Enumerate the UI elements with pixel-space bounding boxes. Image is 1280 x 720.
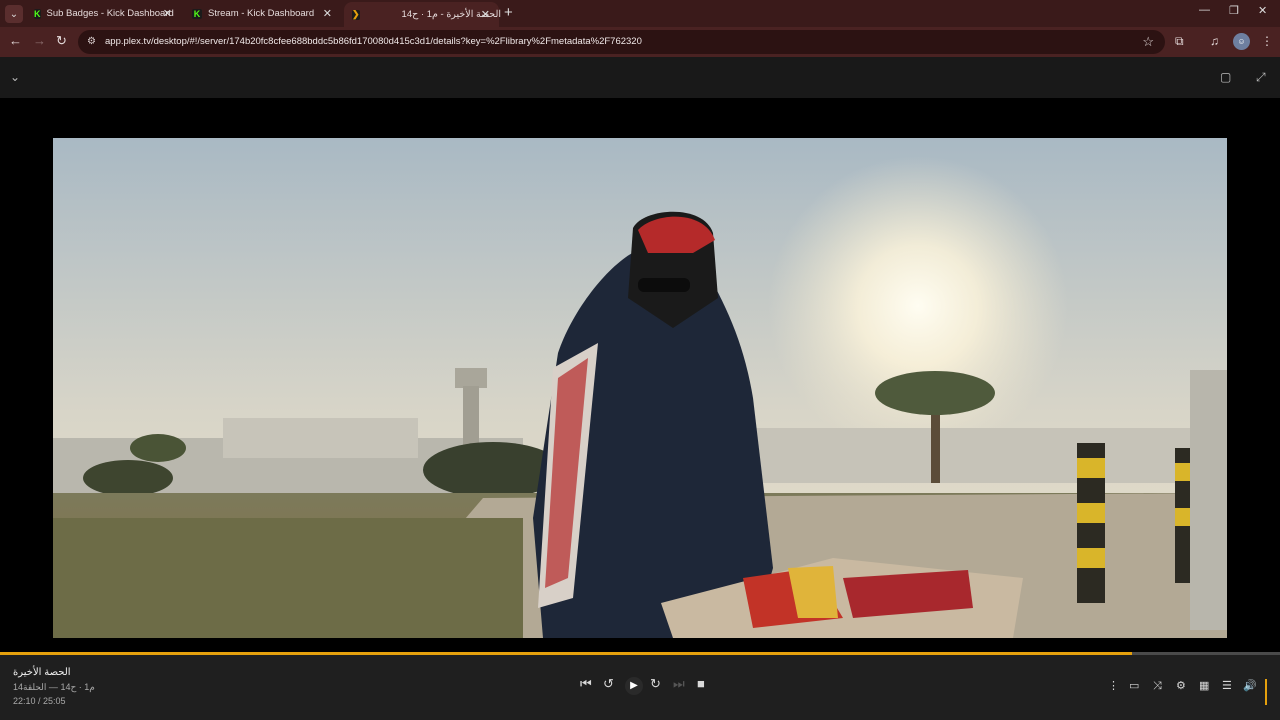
tab-plex-episode[interactable]: ❯ الحصة الأخيرة - م1 · ح14 ✕ [344, 2, 501, 27]
settings-sliders-icon[interactable]: ⚙ [1176, 680, 1186, 692]
next-track-icon[interactable]: ⏭ [673, 677, 685, 691]
volume-icon[interactable]: 🔊 [1243, 680, 1257, 692]
close-tab-icon[interactable]: ✕ [323, 7, 332, 20]
extensions-puzzle-icon[interactable]: ⧉ [1175, 34, 1184, 49]
skip-forward-icon[interactable]: ↻ [650, 677, 661, 691]
volume-slider[interactable] [1265, 679, 1267, 705]
video-area[interactable] [0, 98, 1280, 652]
restore-button[interactable]: ❐ [1229, 4, 1239, 17]
tab-stream[interactable]: K Stream - Kick Dashboard ✕ [184, 2, 341, 25]
cast-icon[interactable]: ▭ [1129, 680, 1139, 692]
grid-icon[interactable]: ▦ [1199, 680, 1209, 692]
reload-icon[interactable]: ↻ [56, 34, 67, 48]
tab-label: Stream - Kick Dashboard [208, 8, 315, 19]
profile-avatar[interactable]: ☺ [1233, 33, 1250, 50]
tab-sub-badges[interactable]: K Sub Badges - Kick Dashboard ✕ [26, 2, 181, 25]
stop-icon[interactable]: ■ [697, 677, 705, 691]
play-icon: ▶ [630, 680, 638, 691]
playlist-icon[interactable]: ☰ [1222, 680, 1232, 692]
previous-track-icon[interactable]: ⏮ [580, 677, 592, 691]
close-window-button[interactable]: ✕ [1258, 4, 1267, 17]
playback-time: 22:10 / 25:05 [13, 696, 66, 706]
plex-favicon-icon: ❯ [352, 9, 360, 20]
chevron-down-icon: ⌄ [9, 8, 19, 20]
play-button[interactable]: ▶ [625, 677, 643, 695]
picture-in-picture-icon[interactable]: ▢ [1220, 70, 1231, 84]
replay-back-icon[interactable]: ↺ [603, 677, 614, 691]
new-tab-button[interactable]: + [504, 5, 513, 21]
url-text[interactable]: app.plex.tv/desktop/#!/server/174b20fc8c… [105, 36, 642, 47]
back-arrow-icon[interactable]: ← [9, 34, 22, 48]
close-tab-icon[interactable]: ✕ [481, 8, 490, 21]
episode-subtitle[interactable]: م1 · ح14 — الحلقة14 [13, 682, 95, 693]
browser-toolbar: ← → ↻ ⚙ app.plex.tv/desktop/#!/server/17… [0, 27, 1280, 57]
video-scene-image [53, 138, 1227, 638]
tab-search-button[interactable]: ⌄ [5, 5, 23, 23]
media-control-icon[interactable]: ♫ [1210, 34, 1219, 48]
address-bar[interactable]: ⚙ app.plex.tv/desktop/#!/server/174b20fc… [78, 30, 1165, 54]
episode-show-title[interactable]: الحصة الأخيرة [13, 667, 71, 678]
kick-favicon-icon: K [192, 8, 202, 19]
bookmark-star-icon[interactable]: ☆ [1142, 34, 1154, 50]
close-tab-icon[interactable]: ✕ [163, 7, 172, 20]
minimize-button[interactable]: — [1199, 4, 1210, 16]
player-control-bar: الحصة الأخيرة م1 · ح14 — الحلقة14 22:10 … [0, 655, 1280, 720]
player-top-bar: ⌄ ▢ ⤢ [0, 57, 1280, 98]
video-frame[interactable] [53, 138, 1227, 638]
forward-arrow-icon[interactable]: → [33, 34, 46, 48]
fullscreen-icon[interactable]: ⤢ [1256, 70, 1266, 85]
collapse-chevron-icon[interactable]: ⌄ [10, 70, 20, 84]
site-info-icon[interactable]: ⚙ [87, 36, 96, 47]
more-vertical-icon[interactable]: ⋮ [1261, 34, 1273, 48]
tab-label: Sub Badges - Kick Dashboard [46, 8, 174, 19]
kick-favicon-icon: K [34, 8, 41, 19]
shuffle-icon[interactable]: ⤨ [1153, 680, 1162, 692]
browser-tab-bar: ⌄ K Sub Badges - Kick Dashboard ✕ K Stre… [0, 0, 1280, 27]
more-options-icon[interactable]: ⋮ [1108, 680, 1119, 692]
